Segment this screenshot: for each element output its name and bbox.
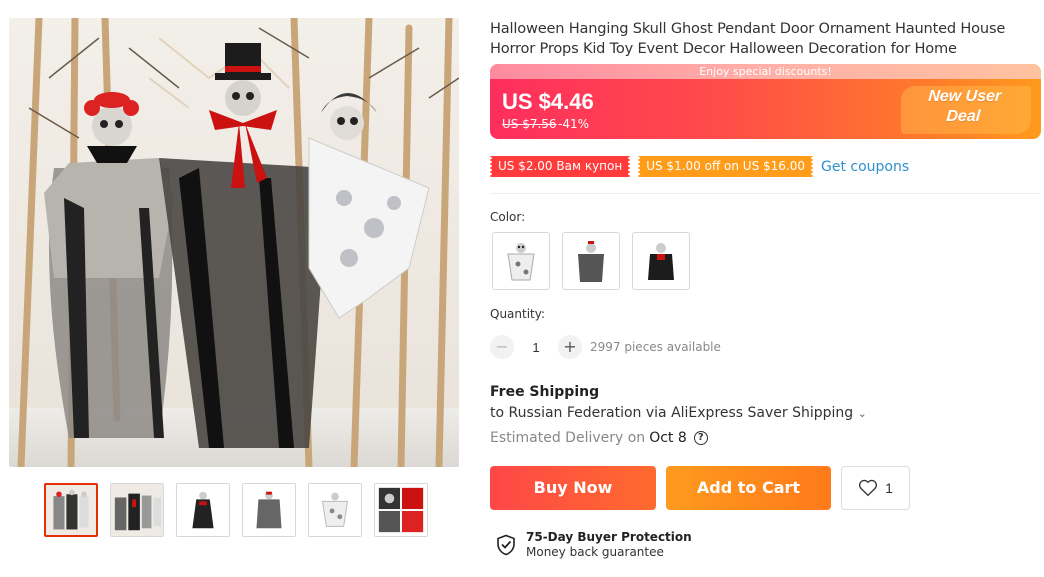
shipping-title: Free Shipping <box>490 384 600 400</box>
quantity-increase-button[interactable]: + <box>558 335 582 359</box>
coupon-badge-2[interactable]: US $1.00 off on US $16.00 <box>637 156 814 177</box>
color-option-grey-ghost[interactable] <box>562 232 620 290</box>
coupon-badge-1[interactable]: US $2.00 Вам купон <box>488 156 632 177</box>
quantity-available: 2997 pieces available <box>590 340 721 354</box>
protection-title: 75-Day Buyer Protection <box>526 530 692 544</box>
shield-check-icon <box>497 534 515 556</box>
color-label: Color: <box>490 210 526 224</box>
delivery-date: Oct 8 <box>649 430 687 446</box>
add-to-cart-button[interactable]: Add to Cart <box>666 466 831 510</box>
shipping-method-selector[interactable]: to Russian Federation via AliExpress Sav… <box>490 405 867 421</box>
quantity-label: Quantity: <box>490 307 546 321</box>
new-user-line2: Deal <box>945 108 981 125</box>
thumbnail-3[interactable] <box>242 483 296 537</box>
quantity-stepper: − 1 + 2997 pieces available <box>490 335 721 359</box>
product-title: Halloween Hanging Skull Ghost Pendant Do… <box>490 20 1006 57</box>
divider <box>490 193 1041 194</box>
main-product-image[interactable] <box>9 18 459 467</box>
thumbnail-4[interactable] <box>308 483 362 537</box>
protection-subtitle: Money back guarantee <box>526 545 664 559</box>
current-price: US $4.46 <box>502 89 594 114</box>
heart-icon <box>859 479 878 497</box>
delivery-label: Estimated Delivery on <box>490 430 646 446</box>
quantity-decrease-button[interactable]: − <box>490 335 514 359</box>
buy-now-button[interactable]: Buy Now <box>490 466 656 510</box>
get-coupons-link[interactable]: Get coupons <box>821 159 909 175</box>
discount-percent: -41% <box>558 117 590 131</box>
discount-banner-text: Enjoy special discounts! <box>490 64 1041 79</box>
price-banner: Enjoy special discounts! US $4.46 US $7.… <box>490 64 1041 139</box>
original-price: US $7.56 <box>502 117 557 131</box>
color-option-white-ghost[interactable] <box>492 232 550 290</box>
buyer-protection: 75-Day Buyer Protection Money back guara… <box>496 530 692 560</box>
thumbnail-1[interactable] <box>110 483 164 537</box>
coupons-row: US $2.00 Вам купон US $1.00 off on US $1… <box>488 156 909 177</box>
wishlist-button[interactable]: 1 <box>841 466 910 510</box>
help-icon[interactable]: ? <box>693 431 708 445</box>
color-options <box>492 232 690 290</box>
wishlist-count: 1 <box>885 480 893 496</box>
shipping-method-text: to Russian Federation via AliExpress Sav… <box>490 405 854 421</box>
quantity-value[interactable]: 1 <box>514 340 558 355</box>
estimated-delivery: Estimated Delivery on Oct 8 ? <box>490 430 708 446</box>
chevron-down-icon: ⌄ <box>857 407 867 420</box>
thumbnail-5[interactable] <box>374 483 428 537</box>
thumbnail-0[interactable] <box>44 483 98 537</box>
new-user-deal-badge: New User Deal <box>918 87 1011 127</box>
thumbnail-2[interactable] <box>176 483 230 537</box>
new-user-line1: New User <box>927 88 1002 105</box>
color-option-black-red-ghost[interactable] <box>632 232 690 290</box>
thumbnail-strip <box>44 483 428 537</box>
